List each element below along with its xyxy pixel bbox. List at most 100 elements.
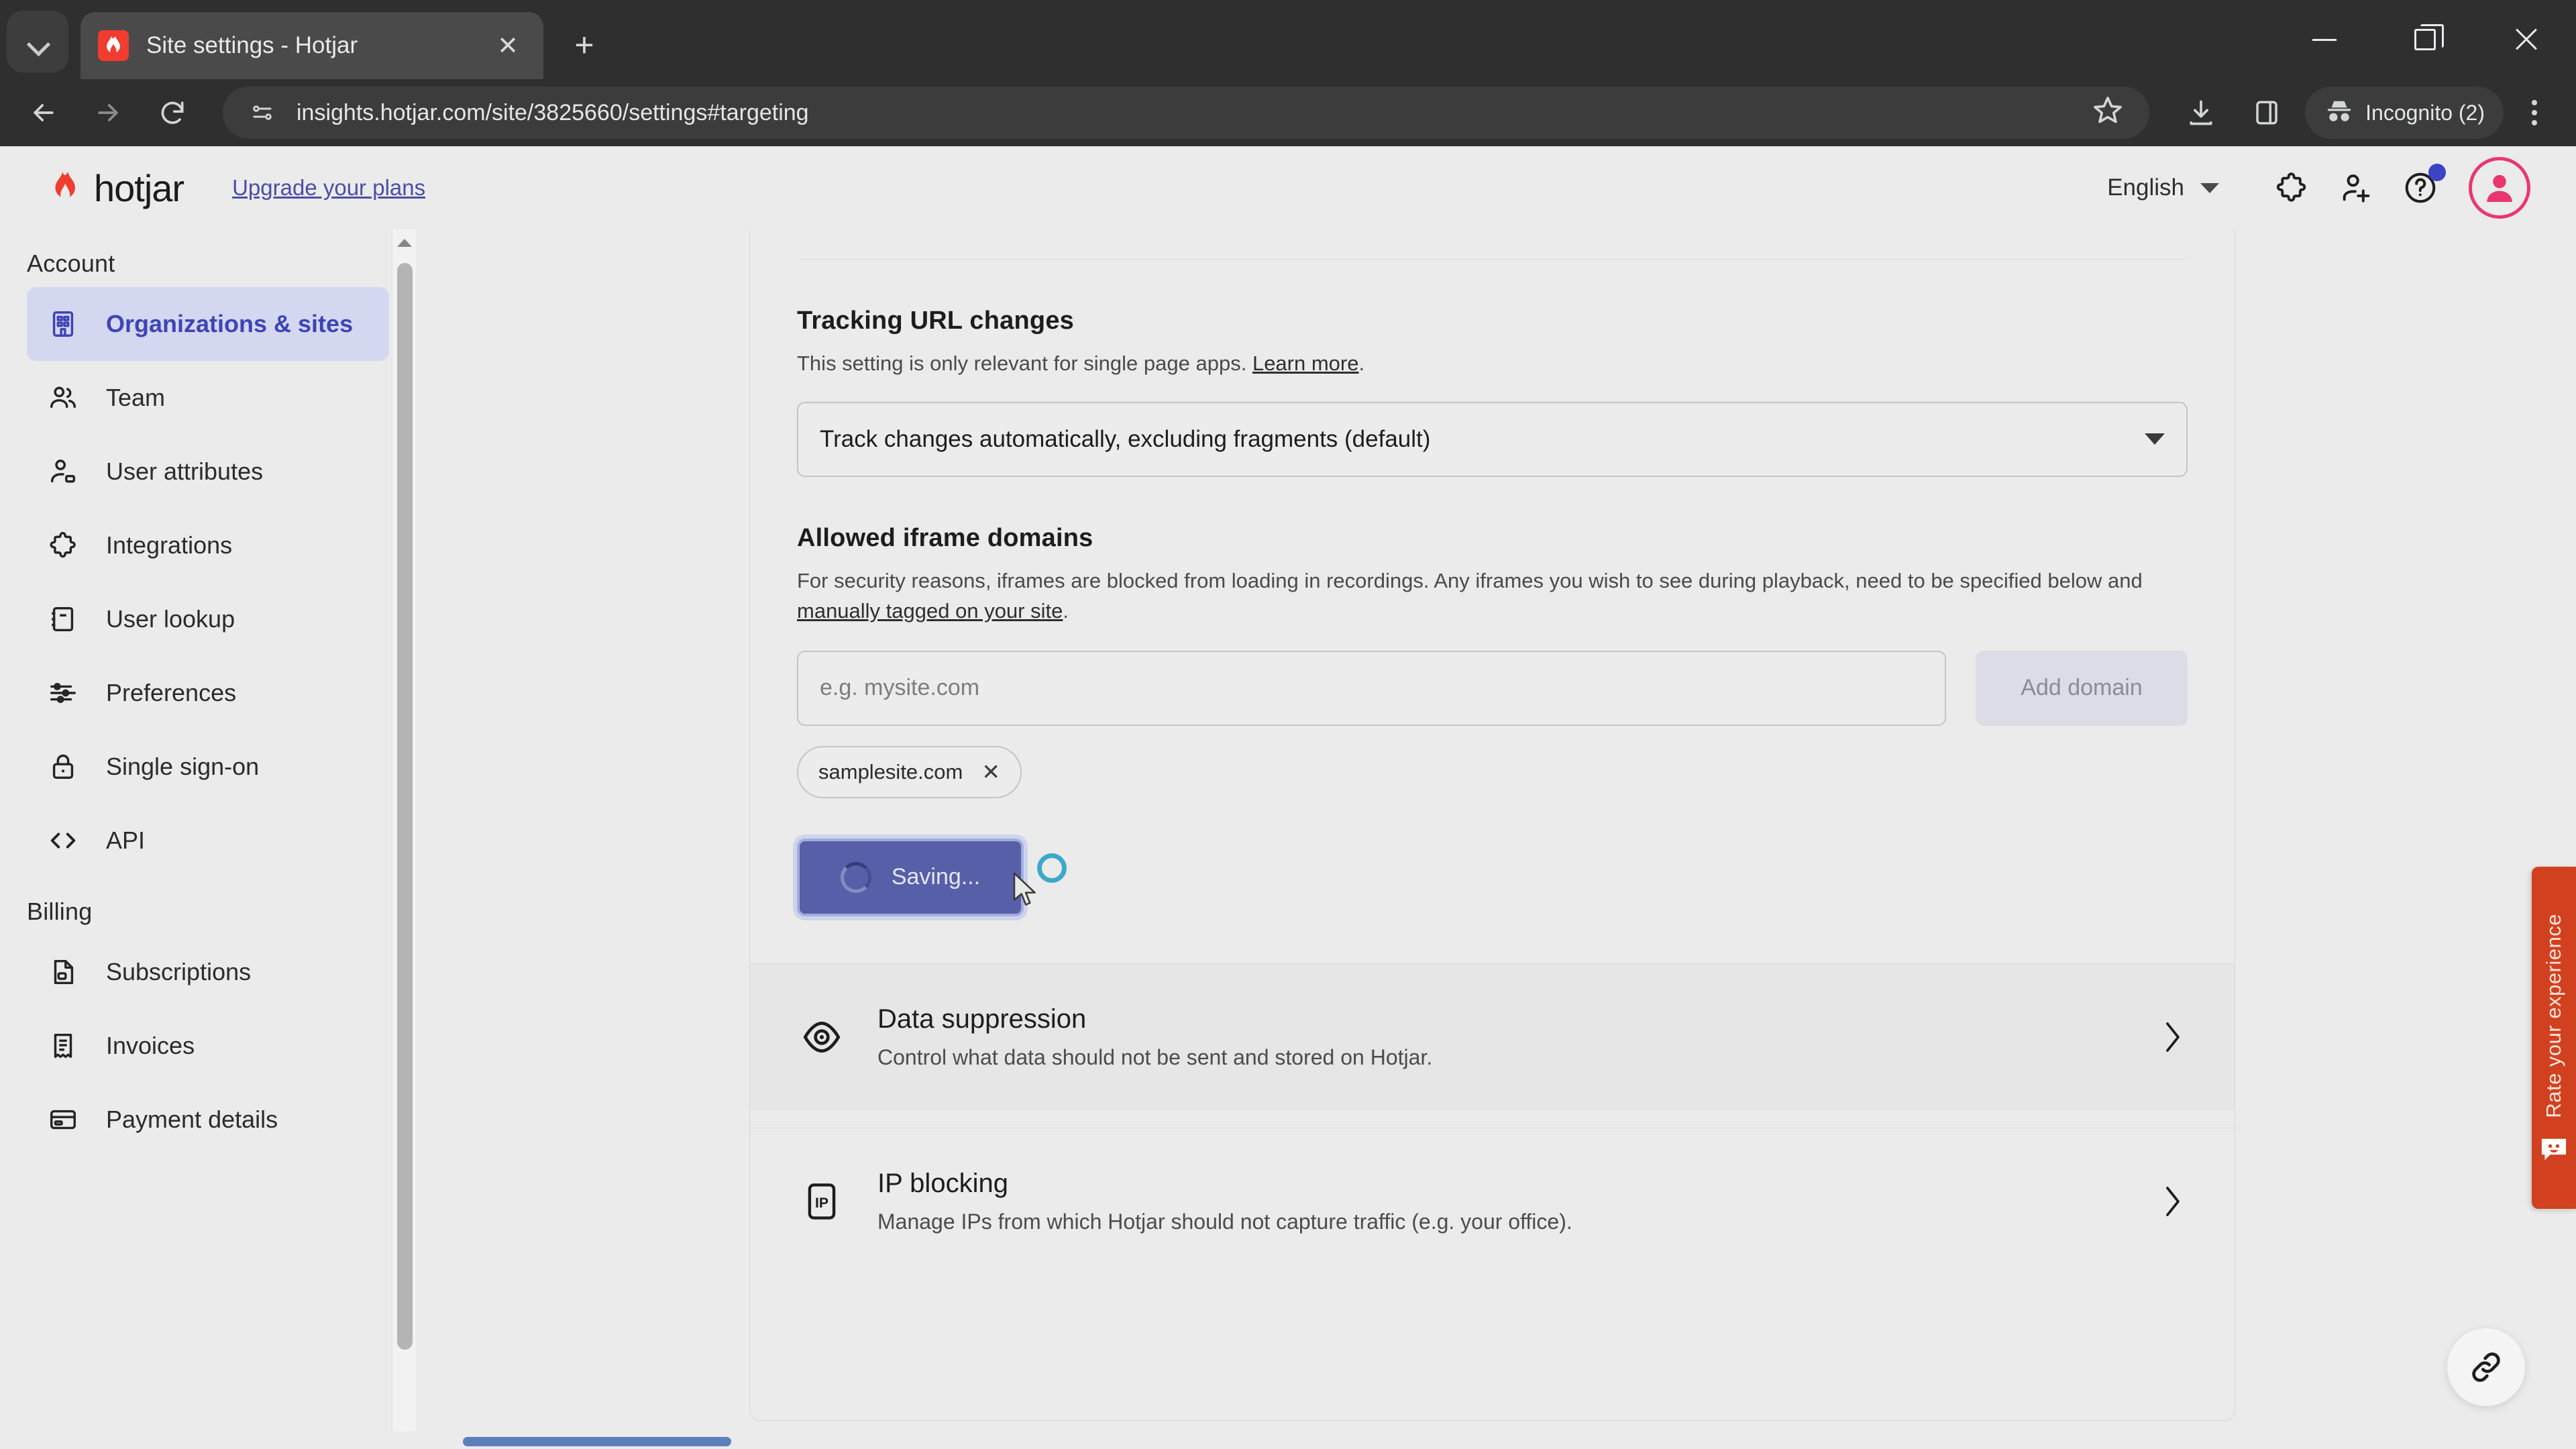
close-icon[interactable]: ✕ <box>981 761 1000 783</box>
reload-button[interactable] <box>144 84 201 142</box>
upgrade-plans-link[interactable]: Upgrade your plans <box>232 175 425 201</box>
save-button[interactable]: Saving... <box>797 838 1024 916</box>
browser-toolbar: insights.hotjar.com/site/3825660/setting… <box>0 79 2576 146</box>
sidebar-item-user-lookup[interactable]: User lookup <box>27 582 389 656</box>
maximize-icon <box>2414 24 2444 50</box>
sidebar: Account Organizations & sites Team User … <box>0 229 416 1449</box>
horizontal-scrollbar[interactable] <box>0 1432 2576 1449</box>
sliders-icon <box>46 676 80 710</box>
site-settings-icon[interactable] <box>243 93 282 132</box>
add-user-icon <box>2343 174 2370 203</box>
downloads-button[interactable] <box>2172 84 2230 142</box>
window-controls <box>2274 0 2576 79</box>
hotjar-flame-icon <box>55 171 75 197</box>
add-domain-button[interactable]: Add domain <box>1976 650 2188 726</box>
minimize-button[interactable] <box>2274 0 2375 79</box>
browser-tab[interactable]: Site settings - Hotjar ✕ <box>80 12 543 79</box>
row-subtitle: Control what data should not be sent and… <box>877 1044 1433 1069</box>
sidebar-item-label: Preferences <box>106 679 237 706</box>
hotjar-flame-icon <box>98 30 129 61</box>
sidebar-item-team[interactable]: Team <box>27 361 389 435</box>
rate-experience-tab[interactable]: Rate your experience <box>2532 867 2576 1209</box>
credit-card-icon <box>46 1102 80 1137</box>
help-button[interactable] <box>2388 156 2453 220</box>
sidebar-item-user-attributes[interactable]: User attributes <box>27 435 389 508</box>
sidebar-item-label: User lookup <box>106 605 235 633</box>
address-bar[interactable]: insights.hotjar.com/site/3825660/setting… <box>223 87 2150 139</box>
domain-input-placeholder: e.g. mysite.com <box>820 675 980 701</box>
sidebar-item-integrations[interactable]: Integrations <box>27 508 389 582</box>
sidebar-item-preferences[interactable]: Preferences <box>27 656 389 730</box>
click-ripple-indicator <box>1037 853 1067 883</box>
settings-row-ip-blocking[interactable]: IP IP blocking Manage IPs from which Hot… <box>750 1128 2235 1275</box>
scroll-up-arrow-icon[interactable] <box>392 231 416 255</box>
incognito-icon <box>2327 101 2351 121</box>
side-panel-button[interactable] <box>2238 84 2296 142</box>
sidebar-item-single-sign-on[interactable]: Single sign-on <box>27 730 389 804</box>
user-avatar-icon <box>2487 174 2512 202</box>
hotjar-wordmark: hotjar <box>94 166 184 209</box>
browser-chrome: Site settings - Hotjar ✕ + insights.hotj… <box>0 0 2576 146</box>
back-arrow-icon <box>34 104 54 121</box>
section-description: For security reasons, iframes are blocke… <box>797 566 2159 627</box>
sidebar-item-api[interactable]: API <box>27 804 389 877</box>
horizontal-scrollbar-thumb[interactable] <box>463 1437 731 1446</box>
learn-more-link[interactable]: Learn more <box>1252 352 1359 375</box>
sidebar-scrollbar[interactable] <box>392 229 416 1449</box>
domain-chip[interactable]: samplesite.com ✕ <box>797 745 1022 798</box>
chevron-down-icon <box>2145 433 2165 445</box>
settings-row-data-suppression[interactable]: Data suppression Control what data shoul… <box>750 963 2235 1110</box>
sidebar-item-label: Organizations & sites <box>106 310 354 337</box>
chevron-right-icon[interactable] <box>2158 1184 2188 1219</box>
integrations-button[interactable] <box>2259 156 2324 220</box>
back-button[interactable] <box>15 84 72 142</box>
description-text: This setting is only relevant for single… <box>797 352 1247 375</box>
sidebar-item-payment-details[interactable]: Payment details <box>27 1083 389 1157</box>
close-icon <box>2512 26 2539 53</box>
close-window-button[interactable] <box>2475 0 2576 79</box>
sidebar-item-subscriptions[interactable]: Subscriptions <box>27 935 389 1009</box>
scrollbar-thumb[interactable] <box>397 263 413 1350</box>
forward-button[interactable] <box>79 84 137 142</box>
ip-badge-icon: IP <box>797 1177 847 1226</box>
row-title: Data suppression <box>877 1004 1087 1034</box>
chevron-down-icon <box>28 32 48 52</box>
tracking-url-section: Tracking URL changes This setting is onl… <box>797 260 2188 477</box>
kebab-menu-icon[interactable] <box>2508 84 2561 142</box>
row-subtitle: Manage IPs from which Hotjar should not … <box>877 1209 1572 1234</box>
tab-search-button[interactable] <box>7 11 68 72</box>
manually-tagged-link[interactable]: manually tagged on your site <box>797 599 1063 623</box>
page-body: Account Organizations & sites Team User … <box>0 229 2576 1449</box>
forward-arrow-icon <box>98 104 118 121</box>
new-tab-button[interactable]: + <box>561 21 608 68</box>
incognito-label: Incognito (2) <box>2365 100 2485 125</box>
chevron-down-icon <box>2200 182 2219 193</box>
link-chain-icon <box>2472 1352 2500 1382</box>
eye-icon <box>797 1012 847 1062</box>
copy-link-button[interactable] <box>2447 1328 2525 1406</box>
domain-input[interactable]: e.g. mysite.com <box>797 650 1946 726</box>
invite-user-button[interactable] <box>2324 156 2388 220</box>
sidebar-item-organizations-sites[interactable]: Organizations & sites <box>27 287 389 361</box>
minimize-icon <box>2312 38 2337 41</box>
sidebar-item-invoices[interactable]: Invoices <box>27 1009 389 1083</box>
chevron-right-icon[interactable] <box>2158 1020 2188 1055</box>
tracking-url-select[interactable]: Track changes automatically, excluding f… <box>797 401 2188 477</box>
sidebar-item-label: Payment details <box>106 1106 278 1133</box>
section-title: Allowed iframe domains <box>797 523 1093 552</box>
maximize-button[interactable] <box>2375 0 2475 79</box>
language-selector[interactable]: English <box>2107 174 2219 201</box>
avatar[interactable] <box>2469 157 2530 219</box>
close-icon[interactable]: ✕ <box>490 28 526 64</box>
hotjar-logo[interactable]: hotjar <box>46 166 184 210</box>
star-icon[interactable] <box>2092 94 2129 131</box>
description-text-part2: . <box>1063 598 1069 623</box>
loading-spinner-icon <box>840 861 871 893</box>
incognito-indicator[interactable]: Incognito (2) <box>2305 87 2504 139</box>
add-domain-row: e.g. mysite.com Add domain <box>797 650 2188 726</box>
sidebar-group-title-account: Account <box>27 250 115 277</box>
app-header-actions: English <box>2107 156 2530 220</box>
people-icon <box>46 380 80 415</box>
sidebar-item-label: Single sign-on <box>106 753 260 780</box>
settings-card: Tracking URL changes This setting is onl… <box>749 229 2235 1421</box>
